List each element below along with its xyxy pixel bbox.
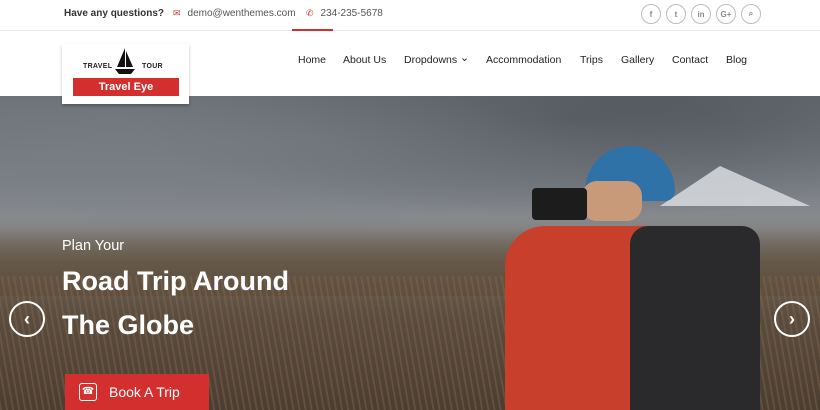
slider-next-button[interactable]: › [774,301,810,337]
chevron-down-icon[interactable]: ⌄ [460,51,469,64]
slider-prev-button[interactable]: ‹ [9,301,45,337]
phone-icon: ✆ [306,8,314,18]
chevron-left-icon: ‹ [24,308,30,329]
nav-home[interactable]: Home [298,54,326,66]
hero-slider: Plan Your Road Trip Around The Globe ☎ B… [0,96,820,410]
chevron-right-icon: › [789,308,795,329]
email-contact[interactable]: ✉ demo@wenthemes.com [173,8,296,19]
site-logo[interactable]: TRAVEL TOUR Travel Eye [62,44,189,104]
photographer-face [582,181,642,221]
search-icon[interactable]: ⌕ [741,4,761,24]
active-underline [292,29,333,31]
social-links: f t in G+ ⌕ [641,4,761,24]
linkedin-icon[interactable]: in [691,4,711,24]
top-bar: Have any questions? ✉ demo@wenthemes.com… [0,0,820,31]
book-trip-button[interactable]: ☎ Book A Trip [65,374,209,410]
logo-tour-text: TOUR [142,63,163,70]
google-plus-icon[interactable]: G+ [716,4,736,24]
nav-gallery[interactable]: Gallery [621,54,654,66]
nav-about-us[interactable]: About Us [343,54,386,66]
hero-title-line1: Road Trip Around [62,266,289,296]
sailboat-icon [115,48,135,74]
phone-icon: ☎ [79,383,97,401]
photographer-backpack [630,226,760,410]
nav-accommodation[interactable]: Accommodation [486,54,561,66]
hero-kicker: Plan Your [62,238,125,254]
phone-text[interactable]: 234-235-5678 [321,8,383,19]
facebook-icon[interactable]: f [641,4,661,24]
hero-title-line2: The Globe [62,310,195,340]
envelope-icon: ✉ [173,8,181,18]
photographer-camera [532,188,587,220]
hero-photographer [500,146,760,410]
nav-blog[interactable]: Blog [726,54,747,66]
logo-travel-text: TRAVEL [83,63,113,70]
twitter-icon[interactable]: t [666,4,686,24]
nav-trips[interactable]: Trips [580,54,603,66]
question-text: Have any questions? [64,8,165,19]
nav-dropdowns[interactable]: Dropdowns [404,54,457,66]
phone-contact[interactable]: ✆ 234-235-5678 [306,8,383,19]
nav-contact[interactable]: Contact [672,54,708,66]
book-trip-label: Book A Trip [109,384,180,400]
logo-site-name: Travel Eye [73,78,179,96]
email-text[interactable]: demo@wenthemes.com [188,8,296,19]
